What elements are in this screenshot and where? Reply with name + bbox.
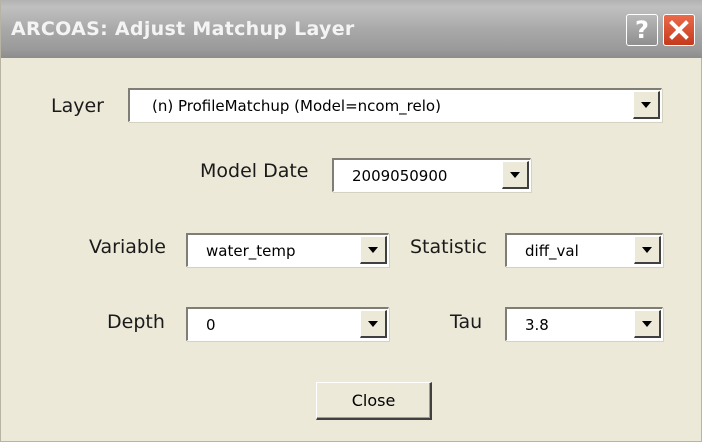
model-date-value: 2009050900 (352, 167, 448, 185)
model-date-select[interactable]: 2009050900 (332, 158, 531, 192)
depth-dropdown-button[interactable] (360, 310, 387, 338)
tau-label: Tau (450, 311, 483, 333)
variable-select[interactable]: water_temp (186, 233, 389, 267)
tau-dropdown-button[interactable] (634, 310, 661, 338)
statistic-label: Statistic (410, 236, 487, 258)
layer-dropdown-button[interactable] (633, 91, 660, 119)
variable-dropdown-button[interactable] (360, 236, 387, 264)
close-button[interactable]: Close (316, 382, 432, 420)
statistic-dropdown-button[interactable] (634, 236, 661, 264)
title-bar[interactable]: ARCOAS: Adjust Matchup Layer ? (1, 0, 702, 58)
chevron-down-icon (368, 246, 378, 253)
statistic-select[interactable]: diff_val (505, 233, 663, 267)
variable-value: water_temp (206, 242, 296, 260)
close-icon (669, 20, 689, 40)
tau-select[interactable]: 3.8 (505, 307, 663, 341)
statistic-value: diff_val (525, 242, 579, 260)
depth-value: 0 (206, 316, 216, 334)
depth-select[interactable]: 0 (186, 307, 389, 341)
variable-label: Variable (89, 236, 166, 258)
chevron-down-icon (642, 320, 652, 327)
chevron-down-icon (641, 101, 651, 108)
tau-value: 3.8 (525, 316, 549, 334)
depth-label: Depth (107, 311, 165, 333)
layer-value: (n) ProfileMatchup (Model=ncom_relo) (152, 97, 441, 115)
dialog-window: ARCOAS: Adjust Matchup Layer ? Layer (n)… (0, 0, 702, 442)
window-title: ARCOAS: Adjust Matchup Layer (11, 18, 355, 40)
layer-label: Layer (51, 95, 104, 117)
chevron-down-icon (368, 320, 378, 327)
help-icon: ? (635, 16, 649, 44)
model-date-label: Model Date (200, 160, 309, 182)
help-button[interactable]: ? (626, 14, 658, 46)
window-close-button[interactable] (663, 14, 695, 46)
chevron-down-icon (642, 246, 652, 253)
chevron-down-icon (510, 171, 520, 178)
layer-select[interactable]: (n) ProfileMatchup (Model=ncom_relo) (128, 88, 662, 122)
model-date-dropdown-button[interactable] (502, 161, 529, 189)
